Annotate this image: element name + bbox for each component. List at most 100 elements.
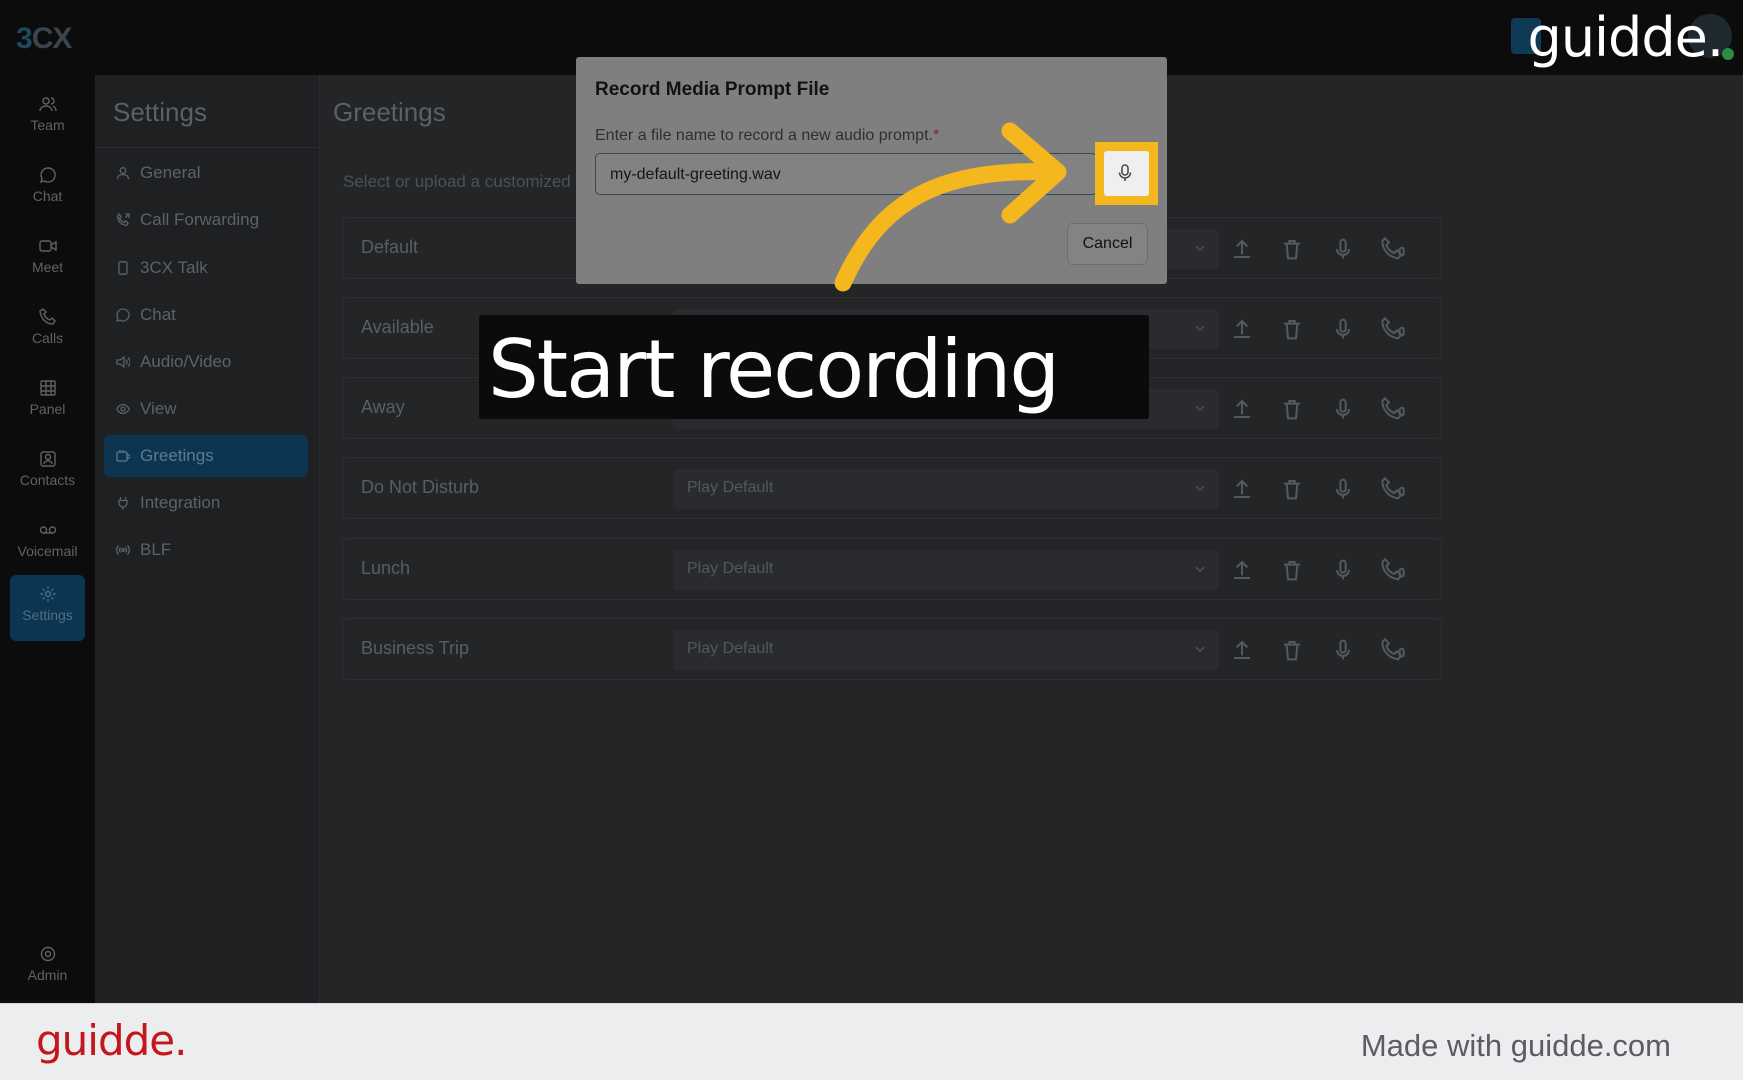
nav-label: Panel bbox=[29, 401, 66, 417]
microphone-icon[interactable] bbox=[1331, 638, 1355, 662]
settings-item-label: Audio/Video bbox=[140, 352, 232, 371]
nav-label: Team bbox=[30, 117, 65, 133]
file-name-label: Enter a file name to record a new audio … bbox=[595, 127, 940, 144]
nav-label: Admin bbox=[27, 967, 68, 983]
nav-calls[interactable]: Calls bbox=[10, 298, 85, 364]
nav-voicemail[interactable]: Voicemail bbox=[10, 511, 85, 577]
greeting-select[interactable]: Play Default bbox=[673, 469, 1219, 509]
settings-item-audio-video[interactable]: Audio/Video bbox=[104, 341, 308, 383]
microphone-icon[interactable] bbox=[1331, 477, 1355, 501]
team-icon bbox=[38, 97, 57, 112]
speaker-icon bbox=[116, 355, 130, 369]
nav-contacts[interactable]: Contacts bbox=[10, 440, 85, 506]
greeting-row: Do Not Disturb Play Default bbox=[342, 457, 1442, 519]
upload-icon[interactable] bbox=[1230, 638, 1254, 662]
divider bbox=[95, 147, 320, 148]
mobile-icon bbox=[118, 261, 128, 275]
greeting-row: Lunch Play Default bbox=[342, 538, 1442, 600]
footer-bar: guidde. Made with guidde.com bbox=[0, 1003, 1743, 1080]
microphone-icon[interactable] bbox=[1331, 237, 1355, 261]
phone-record-icon[interactable] bbox=[1381, 317, 1405, 341]
settings-item-label: BLF bbox=[140, 540, 172, 559]
settings-item-view[interactable]: View bbox=[104, 388, 308, 430]
phone-record-icon[interactable] bbox=[1381, 558, 1405, 582]
made-with-text: Made with guidde.com bbox=[1360, 1028, 1671, 1063]
nav-admin[interactable]: Admin bbox=[10, 935, 85, 1001]
settings-pane: Settings General Call Forwarding 3CX Tal… bbox=[95, 75, 320, 1003]
nav-team[interactable]: Team bbox=[10, 85, 85, 151]
nav-chat[interactable]: Chat bbox=[10, 156, 85, 222]
contacts-icon bbox=[39, 451, 56, 467]
upload-icon[interactable] bbox=[1230, 237, 1254, 261]
file-name-input[interactable]: my-default-greeting.wav bbox=[595, 153, 1097, 195]
settings-item-label: 3CX Talk bbox=[140, 258, 208, 277]
greetings-icon bbox=[116, 450, 130, 462]
app-logo[interactable]: 3CX bbox=[16, 22, 72, 56]
settings-item-chat[interactable]: Chat bbox=[104, 294, 308, 336]
settings-item-label: Greetings bbox=[140, 446, 214, 465]
greeting-label: Away bbox=[361, 397, 405, 417]
settings-item-label: General bbox=[140, 163, 201, 182]
nav-label: Chat bbox=[32, 188, 63, 204]
record-prompt-dialog: Record Media Prompt File Enter a file na… bbox=[576, 57, 1167, 284]
upload-icon[interactable] bbox=[1230, 477, 1254, 501]
greeting-select-value: Play Default bbox=[687, 479, 774, 496]
nav-label: Meet bbox=[31, 259, 64, 275]
upload-icon[interactable] bbox=[1230, 397, 1254, 421]
upload-icon[interactable] bbox=[1230, 317, 1254, 341]
microphone-icon[interactable] bbox=[1331, 397, 1355, 421]
greeting-label: Available bbox=[361, 317, 434, 337]
nav-label: Contacts bbox=[19, 472, 76, 488]
user-icon bbox=[116, 167, 130, 180]
settings-item-greetings[interactable]: Greetings bbox=[104, 435, 308, 477]
step-caption: Start recording bbox=[479, 315, 1149, 419]
settings-item-integration[interactable]: Integration bbox=[104, 482, 308, 524]
left-nav: Team Chat Meet Calls Panel Contacts Voic… bbox=[0, 75, 95, 1003]
greeting-label: Lunch bbox=[361, 558, 411, 578]
greeting-row: Business Trip Play Default bbox=[342, 618, 1442, 680]
voicemail-icon bbox=[39, 526, 56, 534]
greeting-select-value: Play Default bbox=[687, 640, 774, 657]
trash-icon[interactable] bbox=[1280, 477, 1304, 501]
phone-record-icon[interactable] bbox=[1381, 638, 1405, 662]
greeting-select[interactable]: Play Default bbox=[673, 630, 1219, 670]
settings-item-blf[interactable]: BLF bbox=[104, 529, 308, 571]
trash-icon[interactable] bbox=[1280, 397, 1304, 421]
nav-meet[interactable]: Meet bbox=[10, 227, 85, 293]
trash-icon[interactable] bbox=[1280, 237, 1304, 261]
page-subtitle: Select or upload a customized bbox=[343, 172, 571, 191]
cancel-button[interactable]: Cancel bbox=[1067, 223, 1148, 265]
chat-icon bbox=[39, 167, 56, 184]
video-icon bbox=[38, 240, 57, 252]
upload-icon[interactable] bbox=[1230, 558, 1254, 582]
greeting-select[interactable]: Play Default bbox=[673, 550, 1219, 590]
chevron-down-icon bbox=[1195, 485, 1205, 491]
record-mic-button[interactable] bbox=[1104, 151, 1149, 196]
nav-panel[interactable]: Panel bbox=[10, 369, 85, 435]
presence-dot bbox=[1722, 48, 1734, 60]
trash-icon[interactable] bbox=[1280, 317, 1304, 341]
phone-record-icon[interactable] bbox=[1381, 397, 1405, 421]
call-forward-icon bbox=[116, 213, 130, 227]
page-title: Greetings bbox=[333, 97, 446, 127]
footer-logo: guidde. bbox=[36, 1016, 187, 1065]
caption-text: Start recording bbox=[488, 323, 1060, 416]
settings-item-3cx-talk[interactable]: 3CX Talk bbox=[104, 247, 308, 289]
phone-record-icon[interactable] bbox=[1381, 237, 1405, 261]
settings-item-call-forwarding[interactable]: Call Forwarding bbox=[104, 199, 308, 241]
admin-gear-icon bbox=[40, 946, 55, 962]
microphone-icon[interactable] bbox=[1331, 317, 1355, 341]
settings-item-general[interactable]: General bbox=[104, 152, 308, 194]
chevron-down-icon bbox=[1195, 405, 1205, 411]
record-button-highlight bbox=[1095, 142, 1158, 205]
trash-icon[interactable] bbox=[1280, 558, 1304, 582]
nav-label: Voicemail bbox=[17, 543, 78, 559]
phone-record-icon[interactable] bbox=[1381, 477, 1405, 501]
broadcast-icon bbox=[116, 545, 130, 555]
trash-icon[interactable] bbox=[1280, 638, 1304, 662]
microphone-icon[interactable] bbox=[1331, 558, 1355, 582]
nav-settings[interactable]: Settings bbox=[10, 575, 85, 641]
chevron-down-icon bbox=[1195, 325, 1205, 331]
settings-item-label: Call Forwarding bbox=[140, 210, 260, 229]
chat-icon bbox=[116, 308, 130, 322]
